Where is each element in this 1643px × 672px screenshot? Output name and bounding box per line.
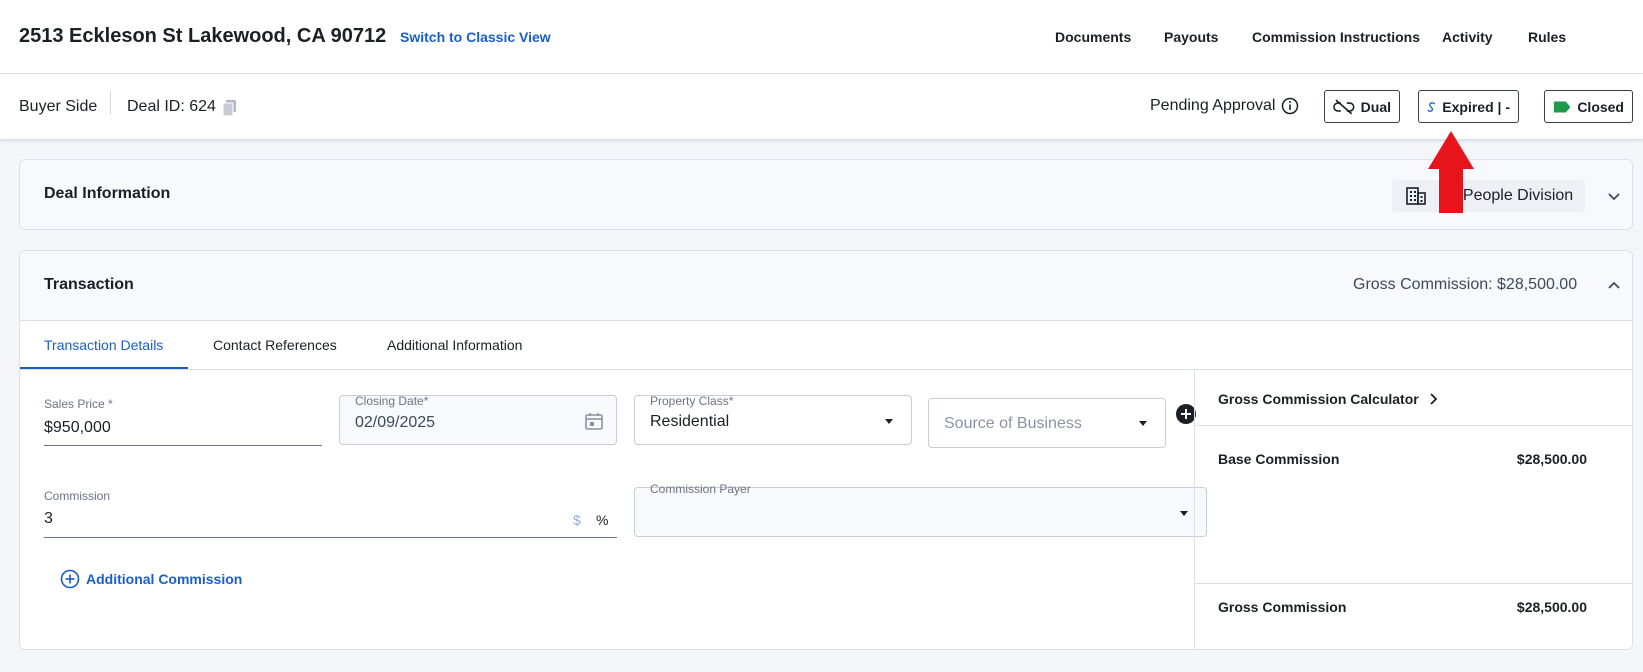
commission-payer-label: Commission Payer: [650, 482, 751, 496]
closed-chip[interactable]: Closed: [1544, 90, 1633, 123]
caret-down-icon: [885, 419, 893, 424]
chevron-right-icon: [1429, 393, 1437, 405]
sales-price-field[interactable]: $950,000: [44, 411, 322, 446]
nav-payouts[interactable]: Payouts: [1164, 29, 1218, 45]
nav-commission-instructions[interactable]: Commission Instructions: [1252, 29, 1420, 45]
dual-chip[interactable]: Dual: [1324, 90, 1400, 123]
unlink-icon: [1333, 99, 1355, 114]
annotation-arrow-icon: [1428, 131, 1474, 213]
chevron-down-icon[interactable]: [1605, 187, 1623, 205]
status-text: Pending Approval: [1150, 97, 1276, 114]
copy-icon[interactable]: [223, 100, 237, 116]
sales-price-label: Sales Price *: [44, 397, 113, 411]
additional-commission-label: Additional Commission: [86, 571, 243, 587]
commission-label: Commission: [44, 489, 111, 503]
dual-label: Dual: [1360, 98, 1391, 115]
building-icon: [1406, 187, 1426, 205]
deal-subheader: Buyer Side Deal ID: 624 Pending Approval…: [0, 74, 1643, 139]
nav-documents[interactable]: Documents: [1055, 29, 1131, 45]
transaction-card: Transaction Gross Commission: $28,500.00…: [19, 250, 1633, 650]
info-icon[interactable]: [1281, 97, 1299, 115]
property-class-value: Residential: [650, 413, 730, 430]
closing-date-value: 02/09/2025: [355, 414, 436, 431]
chevron-up-icon[interactable]: [1605, 277, 1623, 295]
gross-commission-calculator-link[interactable]: Gross Commission Calculator: [1218, 391, 1439, 407]
source-of-business-placeholder: Source of Business: [944, 415, 1082, 432]
divider: [1195, 583, 1633, 584]
page-title: 2513 Eckleson St Lakewood, CA 90712: [19, 25, 387, 47]
tab-contact-references[interactable]: Contact References: [213, 337, 337, 353]
deal-information-title: Deal Information: [44, 185, 171, 202]
closing-date-field[interactable]: Closing Date* 02/09/2025: [339, 394, 617, 445]
gross-commission-value: $28,500.00: [1516, 599, 1587, 615]
docusign-icon: [1427, 101, 1435, 112]
additional-commission-button[interactable]: Additional Commission: [60, 569, 242, 589]
tab-additional-information[interactable]: Additional Information: [387, 337, 522, 353]
add-circle-icon[interactable]: [1176, 404, 1196, 424]
divider: [110, 91, 111, 115]
sales-price-value: $950,000: [44, 419, 111, 436]
property-class-select[interactable]: Property Class* Residential: [634, 394, 912, 445]
transaction-header: Transaction Gross Commission: $28,500.00: [20, 251, 1632, 321]
expired-label: Expired | -: [1442, 98, 1510, 115]
deal-side: Buyer Side: [19, 98, 98, 115]
percent-toggle[interactable]: %: [596, 512, 608, 528]
deal-information-card: Deal Information No People Division: [19, 159, 1633, 230]
plus-circle-icon: [60, 569, 80, 589]
caret-down-icon: [1180, 511, 1188, 516]
property-class-label: Property Class*: [650, 394, 734, 408]
page-header: 2513 Eckleson St Lakewood, CA 90712 Swit…: [0, 0, 1643, 74]
commission-value: 3: [44, 510, 53, 527]
closing-date-label: Closing Date*: [355, 394, 429, 408]
base-commission-value: $28,500.00: [1516, 451, 1587, 467]
expired-chip[interactable]: Expired | -: [1418, 90, 1519, 123]
transaction-tabs: Transaction Details Contact References A…: [20, 321, 1632, 370]
calculator-title: Gross Commission Calculator: [1218, 391, 1419, 407]
divider: [1195, 425, 1633, 426]
source-of-business-select[interactable]: Source of Business: [928, 398, 1166, 448]
base-commission-label: Base Commission: [1218, 451, 1340, 467]
division-chip: No People Division: [1392, 180, 1585, 212]
active-tab-indicator: [20, 367, 188, 369]
closed-label: Closed: [1577, 98, 1624, 115]
commission-field[interactable]: 3 $ %: [44, 503, 617, 538]
gross-commission-label: Gross Commission: [1218, 599, 1347, 615]
caret-down-icon: [1139, 421, 1147, 426]
tag-icon: [1553, 101, 1571, 112]
commission-payer-select[interactable]: Commission Payer: [634, 482, 1207, 537]
switch-classic-view-link[interactable]: Switch to Classic View: [400, 29, 551, 45]
gross-commission-calculator: Gross Commission Calculator Base Commiss…: [1194, 370, 1633, 650]
gross-commission-summary: Gross Commission: $28,500.00: [1353, 276, 1578, 293]
nav-rules[interactable]: Rules: [1528, 29, 1566, 45]
dollar-toggle[interactable]: $: [573, 512, 581, 528]
calendar-icon[interactable]: [584, 411, 604, 431]
deal-id: Deal ID: 624: [127, 98, 216, 115]
transaction-title: Transaction: [44, 276, 134, 293]
nav-activity[interactable]: Activity: [1442, 29, 1493, 45]
tab-transaction-details[interactable]: Transaction Details: [44, 337, 163, 353]
